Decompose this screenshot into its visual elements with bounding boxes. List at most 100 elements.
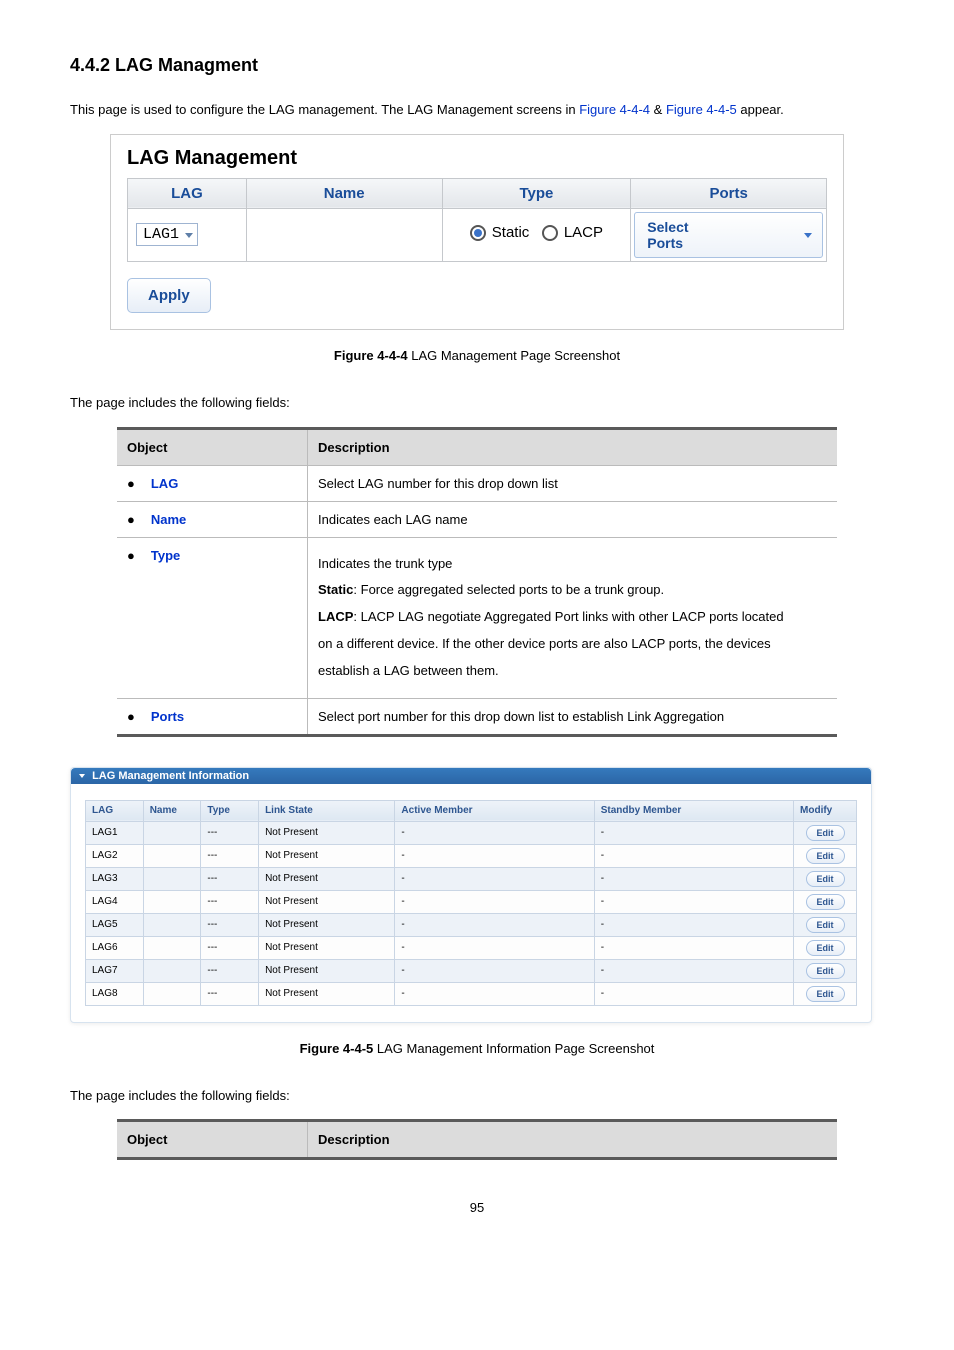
edit-button[interactable]: Edit [806, 917, 845, 933]
table-cell: --- [201, 844, 259, 867]
fields-intro-2: The page includes the following fields: [70, 1086, 884, 1107]
table-cell: - [395, 936, 594, 959]
table-row: LAG5---Not Present--Edit [86, 913, 857, 936]
info-th-stb: Standby Member [594, 800, 793, 821]
collapse-icon [79, 774, 85, 778]
obj-ports: Ports [151, 709, 184, 724]
table-cell: LAG3 [86, 867, 144, 890]
info-th-type: Type [201, 800, 259, 821]
table-cell: - [395, 821, 594, 844]
table-row: LAG4---Not Present--Edit [86, 890, 857, 913]
table-cell: --- [201, 982, 259, 1005]
edit-button[interactable]: Edit [806, 825, 845, 841]
modify-cell: Edit [794, 936, 857, 959]
figure-445-bold: Figure 4-4-5 [300, 1041, 374, 1056]
table-cell: --- [201, 821, 259, 844]
objtbl2-h-desc: Description [308, 1121, 838, 1159]
table-row: LAG3---Not Present--Edit [86, 867, 857, 890]
lag-info-panel: LAG Management Information LAG Name Type… [70, 767, 872, 1023]
type-static-b: Static [318, 582, 353, 597]
figure-link-445[interactable]: Figure 4-4-5 [666, 102, 737, 117]
figure-link-444[interactable]: Figure 4-4-4 [579, 102, 650, 117]
figure-445-rest: LAG Management Information Page Screensh… [373, 1041, 654, 1056]
table-cell: - [594, 890, 793, 913]
type-lacp-radio[interactable]: LACP [542, 224, 603, 241]
th-type: Type [519, 185, 553, 202]
info-th-mod: Modify [794, 800, 857, 821]
table-cell: - [594, 936, 793, 959]
table-cell: LAG7 [86, 959, 144, 982]
table-cell: - [594, 821, 793, 844]
table-row: LAG6---Not Present--Edit [86, 936, 857, 959]
table-cell: --- [201, 959, 259, 982]
table-cell: - [594, 844, 793, 867]
bullet-icon: ● [127, 548, 135, 563]
info-th-lag: LAG [86, 800, 144, 821]
bullet-icon: ● [127, 476, 135, 491]
edit-button[interactable]: Edit [806, 871, 845, 887]
objtbl2-h-obj: Object [117, 1121, 308, 1159]
table-cell: LAG4 [86, 890, 144, 913]
table-cell [143, 913, 201, 936]
lag-management-table: LAG Name Type Ports LAG1 Static LACP [127, 178, 827, 262]
table-cell: LAG8 [86, 982, 144, 1005]
objtbl1-h-obj: Object [117, 428, 308, 465]
edit-button[interactable]: Edit [806, 963, 845, 979]
modify-cell: Edit [794, 890, 857, 913]
table-cell: Not Present [259, 913, 395, 936]
desc-lag: Select LAG number for this drop down lis… [308, 465, 838, 501]
th-name: Name [324, 185, 365, 202]
info-panel-header[interactable]: LAG Management Information [71, 768, 871, 784]
table-cell: Not Present [259, 867, 395, 890]
bullet-icon: ● [127, 709, 135, 724]
table-cell: - [594, 867, 793, 890]
modify-cell: Edit [794, 867, 857, 890]
lag-select[interactable]: LAG1 [136, 223, 198, 246]
table-cell: Not Present [259, 936, 395, 959]
radio-icon [542, 225, 558, 241]
edit-button[interactable]: Edit [806, 940, 845, 956]
table-cell [143, 959, 201, 982]
type-static-radio[interactable]: Static [470, 224, 530, 241]
intro-amp: & [654, 102, 666, 117]
panel-title: LAG Management [127, 147, 827, 170]
table-cell: - [594, 982, 793, 1005]
info-th-act: Active Member [395, 800, 594, 821]
table-cell [143, 821, 201, 844]
table-cell: --- [201, 890, 259, 913]
table-row: LAG2---Not Present--Edit [86, 844, 857, 867]
lag-info-table: LAG Name Type Link State Active Member S… [85, 800, 857, 1006]
desc-name: Indicates each LAG name [308, 501, 838, 537]
table-cell: --- [201, 936, 259, 959]
select-ports-button[interactable]: Select Ports [634, 212, 823, 258]
edit-button[interactable]: Edit [806, 986, 845, 1002]
table-cell: Not Present [259, 821, 395, 844]
table-cell: - [594, 959, 793, 982]
table-cell: LAG1 [86, 821, 144, 844]
table-cell: - [395, 890, 594, 913]
info-th-link: Link State [259, 800, 395, 821]
obj-name: Name [151, 512, 186, 527]
table-cell: - [395, 844, 594, 867]
name-input-cell[interactable] [246, 208, 442, 261]
table-cell: LAG2 [86, 844, 144, 867]
edit-button[interactable]: Edit [806, 848, 845, 864]
type-lacp-rest1: : LACP LAG negotiate Aggregated Port lin… [353, 609, 783, 624]
desc-type: Indicates the trunk type Static: Force a… [308, 537, 838, 698]
table-cell: - [395, 867, 594, 890]
apply-button[interactable]: Apply [127, 278, 211, 313]
figure-444-rest: LAG Management Page Screenshot [408, 348, 620, 363]
th-lag: LAG [171, 185, 203, 202]
modify-cell: Edit [794, 844, 857, 867]
type-line1: Indicates the trunk type [318, 554, 827, 575]
table-cell [143, 890, 201, 913]
table-cell: Not Present [259, 890, 395, 913]
edit-button[interactable]: Edit [806, 894, 845, 910]
table-cell: --- [201, 867, 259, 890]
table-cell: - [594, 913, 793, 936]
lag-management-panel: LAG Management LAG Name Type Ports LAG1 … [110, 134, 844, 330]
page-number: 95 [70, 1200, 884, 1215]
radio-label-lacp: LACP [564, 224, 603, 241]
intro-paragraph: This page is used to configure the LAG m… [70, 100, 884, 121]
object-table-2: Object Description [117, 1119, 837, 1160]
